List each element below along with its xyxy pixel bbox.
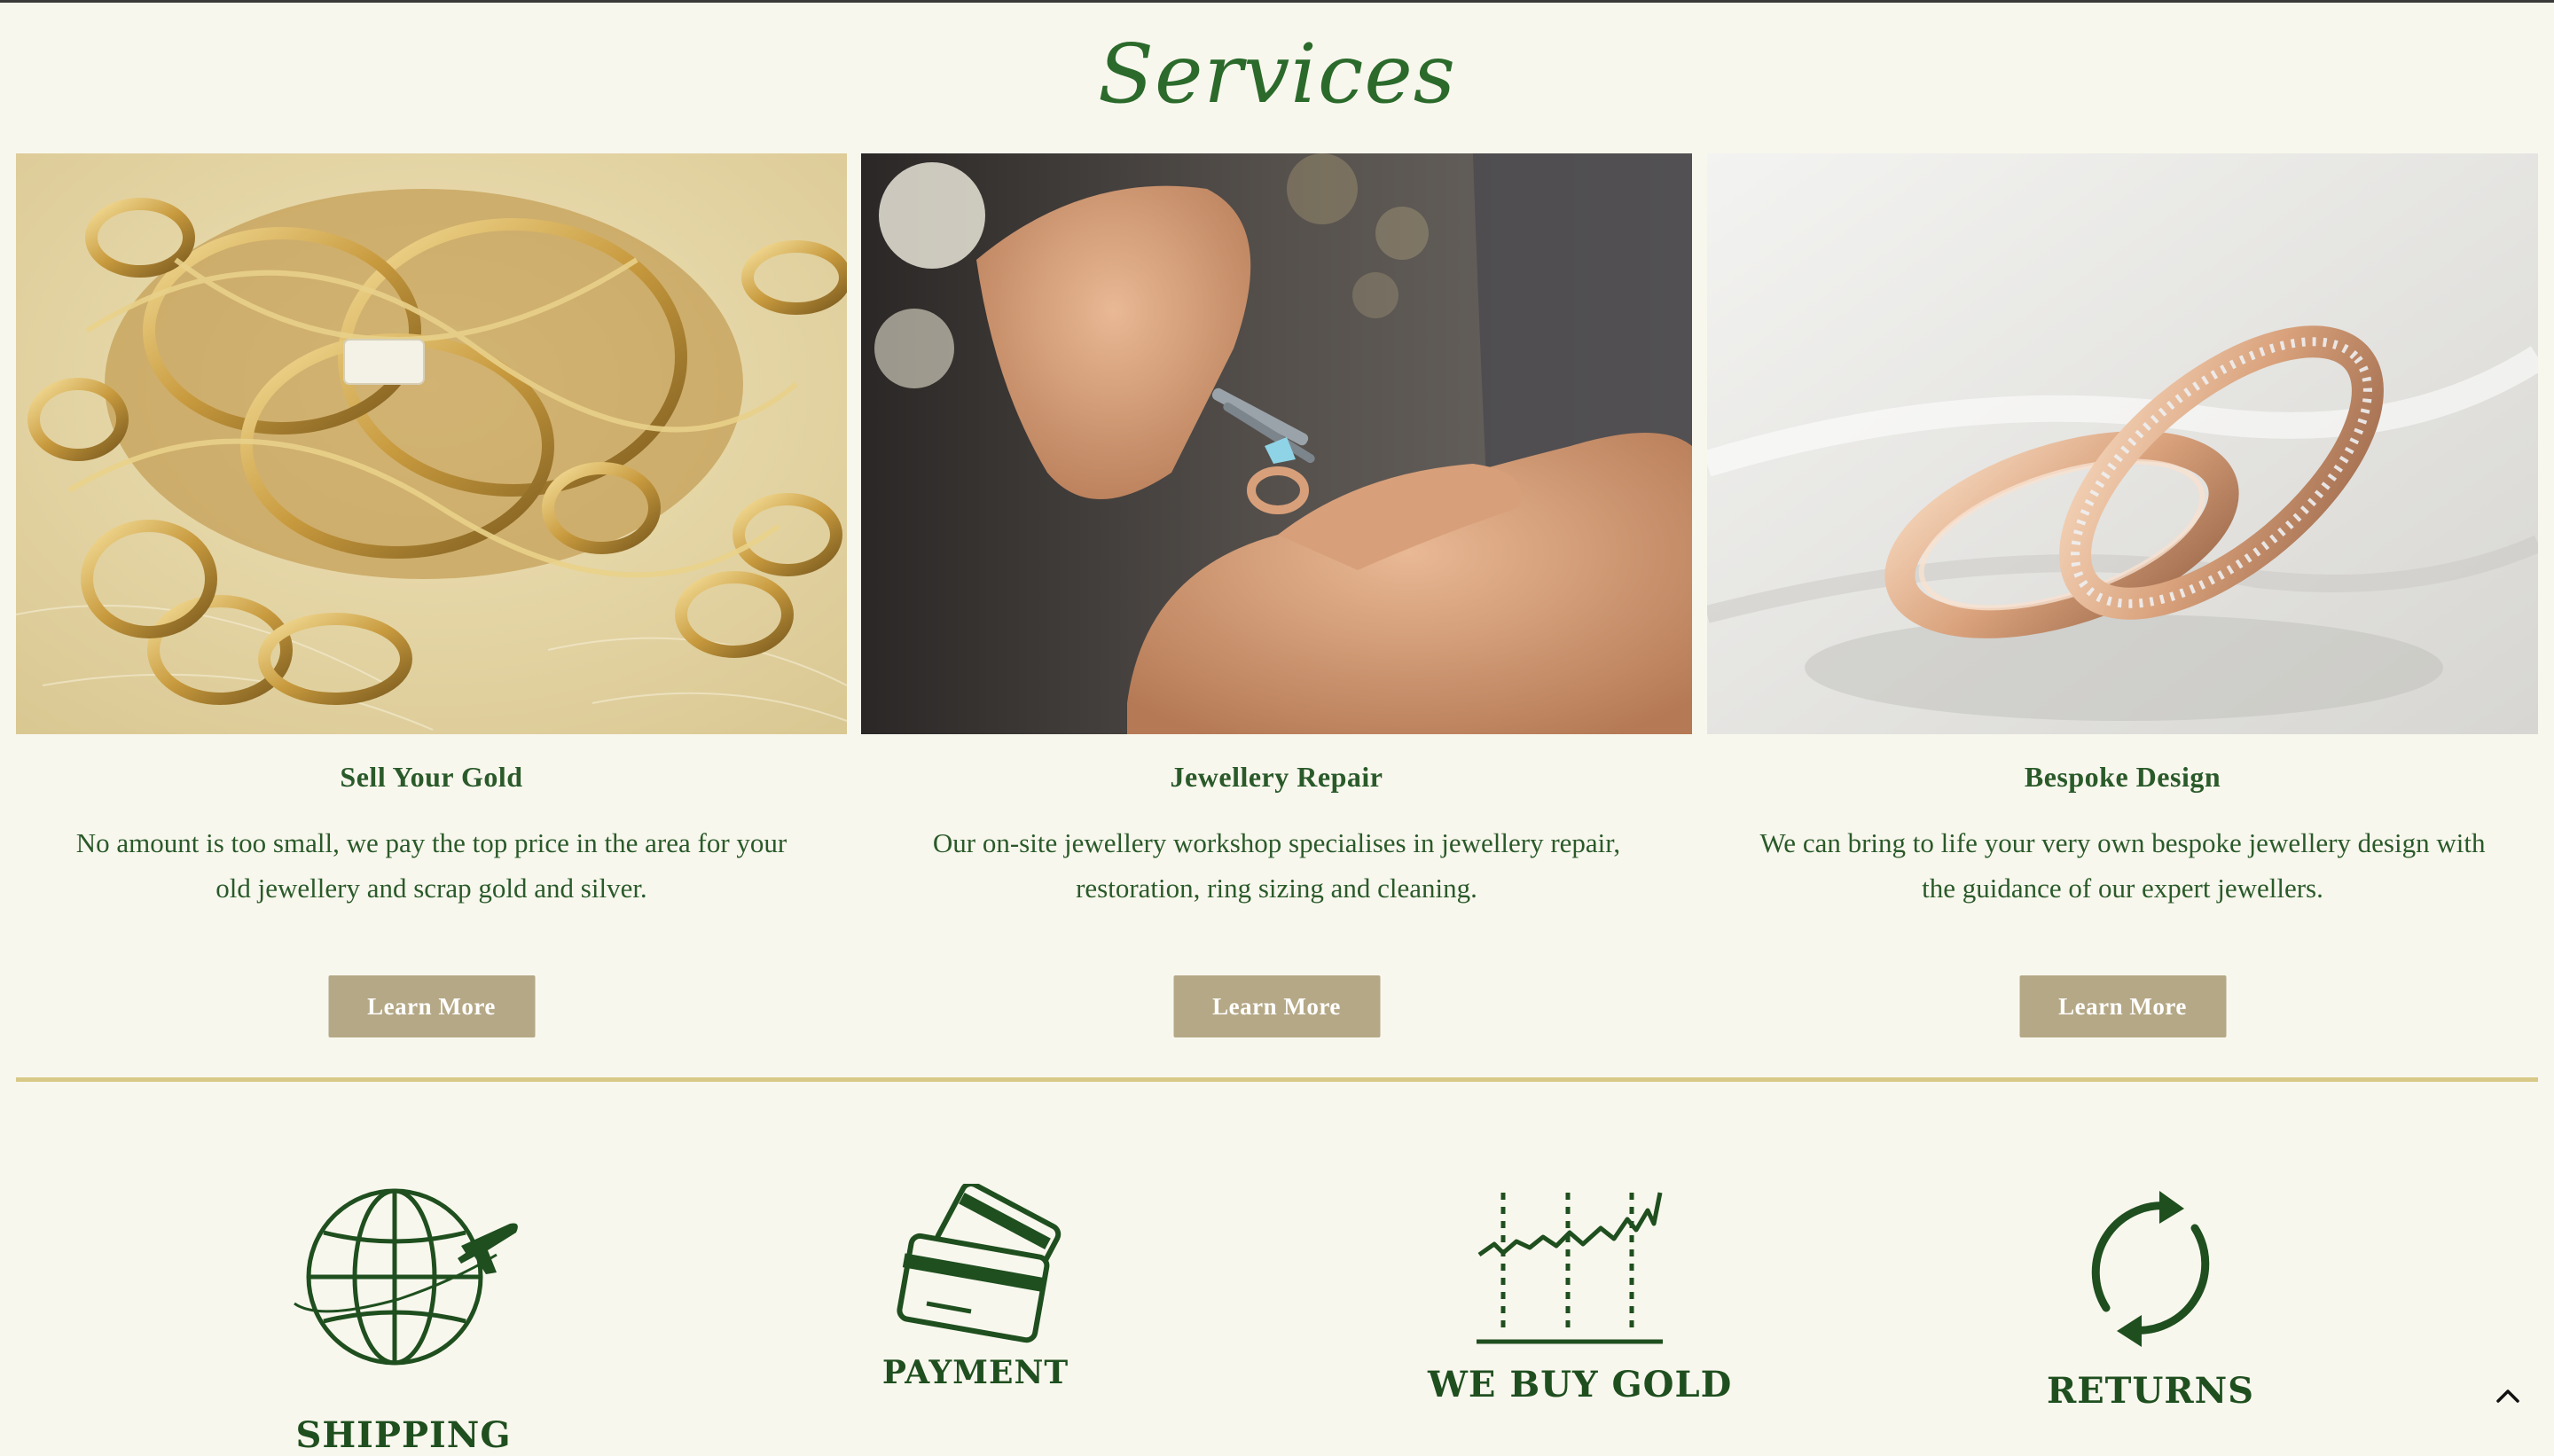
- credit-cards-icon: [897, 1184, 1062, 1343]
- card-description: We can bring to life your very own bespo…: [1759, 827, 2486, 904]
- bespoke-design-image: [1707, 153, 2538, 734]
- learn-more-button-sell-gold[interactable]: Learn More: [328, 975, 535, 1037]
- globe-plane-icon: [294, 1188, 518, 1366]
- card-description: Our on-site jewellery workshop specialis…: [932, 827, 1621, 904]
- chevron-up-icon: [2496, 1389, 2519, 1403]
- jewellery-repair-image: [861, 153, 1692, 734]
- feature-label: WE BUY GOLD: [1428, 1364, 1733, 1405]
- section-divider: [16, 1077, 2538, 1082]
- refresh-arrows-icon: [2091, 1191, 2210, 1347]
- learn-more-button-bespoke-design[interactable]: Learn More: [2019, 975, 2226, 1037]
- sell-gold-image: [16, 153, 847, 734]
- top-border: [0, 0, 2554, 3]
- service-card-jewellery-repair: Jewellery Repair Our on-site jewellery w…: [861, 153, 1692, 1037]
- service-card-sell-gold: Sell Your Gold No amount is too small, w…: [16, 153, 847, 1037]
- card-title: Bespoke Design: [2024, 761, 2221, 793]
- card-title: Jewellery Repair: [1170, 761, 1383, 793]
- scroll-to-top-button[interactable]: [2494, 1382, 2522, 1410]
- feature-label: PAYMENT: [881, 1354, 1069, 1391]
- feature-shipping[interactable]: SHIPPING: [270, 1184, 537, 1456]
- rising-chart-icon: [1477, 1192, 1663, 1344]
- feature-we-buy-gold[interactable]: WE BUY GOLD: [1428, 1184, 1733, 1405]
- feature-payment[interactable]: PAYMENT: [851, 1184, 1100, 1391]
- feature-returns[interactable]: RETURNS: [2022, 1184, 2279, 1412]
- learn-more-button-jewellery-repair[interactable]: Learn More: [1173, 975, 1380, 1037]
- card-title: Sell Your Gold: [340, 761, 523, 793]
- section-title: Services: [1097, 27, 1457, 121]
- feature-label: RETURNS: [2046, 1370, 2255, 1412]
- feature-label: SHIPPING: [295, 1414, 512, 1456]
- service-card-bespoke-design: Bespoke Design We can bring to life your…: [1707, 153, 2538, 1037]
- card-description: No amount is too small, we pay the top p…: [75, 827, 787, 904]
